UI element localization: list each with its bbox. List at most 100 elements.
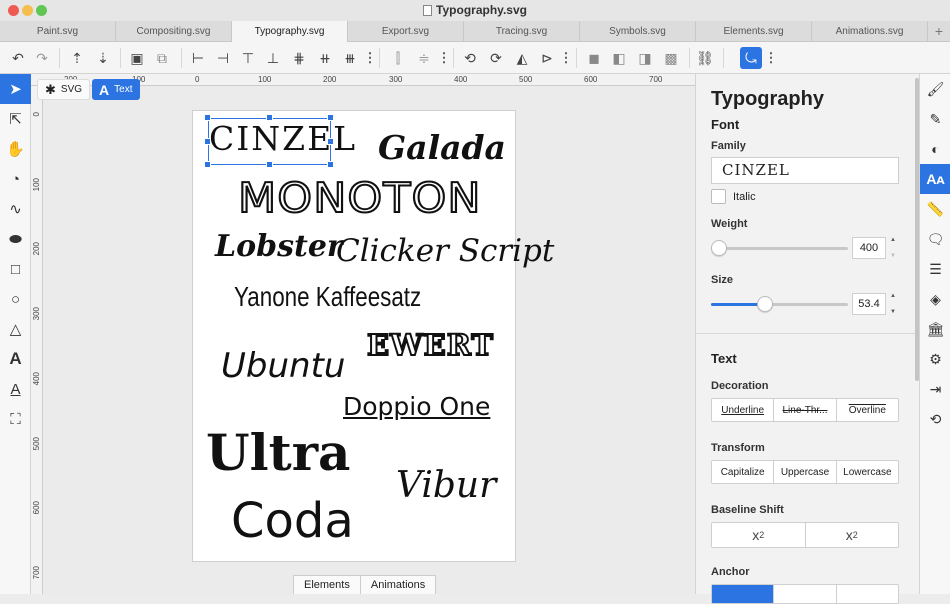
artboard[interactable]: CINZEL Galada MONOTON Lobster Clicker Sc… — [192, 110, 554, 562]
history-icon[interactable]: ⟲ — [920, 404, 950, 434]
text-ewert[interactable]: EWERT — [366, 330, 494, 361]
fill-icon[interactable]: 🖌 — [920, 74, 950, 104]
stroke-icon[interactable]: ✎ — [920, 104, 950, 134]
chevron-down-icon[interactable]: ▼ — [890, 309, 896, 315]
resize-handle[interactable] — [204, 138, 211, 145]
export-icon[interactable]: ⇥ — [920, 374, 950, 404]
distribute-horizontal-icon[interactable]: ⧺ — [314, 47, 336, 69]
difference-icon[interactable]: ◧ — [608, 47, 630, 69]
more-path-icon[interactable]: ⋮ — [765, 47, 778, 69]
weight-input[interactable]: 400 — [852, 237, 886, 259]
weight-slider-track[interactable] — [711, 247, 848, 250]
resize-handle[interactable] — [204, 161, 211, 168]
text-ubuntu[interactable]: Ubuntu — [221, 349, 345, 383]
align-center-horizontal-icon[interactable]: ⊣ — [212, 47, 234, 69]
zoom-window-button[interactable] — [36, 5, 47, 16]
capitalize-button[interactable]: Capitalize — [712, 461, 775, 483]
text-doppio-one[interactable]: Doppio One — [343, 394, 490, 419]
resize-handle[interactable] — [266, 161, 273, 168]
layers-icon[interactable]: ◈ — [920, 284, 950, 314]
text-ultra[interactable]: Ultra — [206, 428, 350, 478]
tab-tracing[interactable]: Tracing.svg — [464, 21, 580, 42]
uppercase-button[interactable]: Uppercase — [774, 461, 837, 483]
gradient-icon[interactable]: ◔ — [0, 164, 31, 194]
text-path-icon[interactable]: A — [0, 374, 31, 404]
underline-button[interactable]: Underline — [712, 399, 775, 421]
subscript-button[interactable]: x2 — [712, 523, 806, 547]
chevron-up-icon[interactable]: ▲ — [890, 293, 896, 299]
family-field[interactable]: CINZEL — [711, 157, 899, 184]
weight-stepper[interactable]: ▲ ▼ — [888, 237, 898, 259]
circle-icon[interactable]: ○ — [0, 284, 31, 314]
distribute-vertical-icon[interactable]: ⧻ — [339, 47, 361, 69]
overline-button[interactable]: Overline — [837, 399, 898, 421]
link-icon[interactable]: ⛓ — [694, 47, 716, 69]
rect-icon[interactable]: □ — [0, 254, 31, 284]
tab-paint[interactable]: Paint.svg — [0, 21, 116, 42]
tab-typography[interactable]: Typography.svg — [232, 21, 348, 42]
size-slider-thumb[interactable] — [756, 296, 773, 312]
tab-elements-panel[interactable]: Elements — [294, 576, 361, 594]
resize-handle[interactable] — [204, 114, 211, 121]
ruler-icon[interactable]: 📏 — [920, 194, 950, 224]
tab-animations[interactable]: Animations.svg — [812, 21, 928, 42]
tab-export[interactable]: Export.svg — [348, 21, 464, 42]
union-icon[interactable]: ◼ — [583, 47, 605, 69]
text-vibur[interactable]: Vibur — [396, 468, 496, 504]
anchor-start-button[interactable] — [712, 585, 775, 603]
tab-animations-panel[interactable]: Animations — [361, 576, 435, 594]
more-align-icon[interactable]: ⋮ — [364, 47, 377, 69]
list-icon[interactable]: ☰ — [920, 254, 950, 284]
path-icon[interactable]: ⤿ — [740, 47, 762, 69]
text-yanone[interactable]: Yanone Kaffeesatz — [234, 283, 421, 311]
resize-handle[interactable] — [266, 114, 273, 121]
pointer-icon[interactable]: ➤ — [0, 74, 31, 104]
exclusion-icon[interactable]: ▩ — [660, 47, 682, 69]
resize-handle[interactable] — [327, 114, 334, 121]
superscript-button[interactable]: x2 — [806, 523, 899, 547]
node-icon[interactable]: ⇱ — [0, 104, 31, 134]
italic-checkbox[interactable] — [711, 189, 726, 204]
anchor-middle-button[interactable] — [774, 585, 837, 603]
text-lobster[interactable]: Lobster — [215, 232, 343, 262]
weight-slider-thumb[interactable] — [711, 240, 727, 256]
library-icon[interactable]: 🏛 — [920, 314, 950, 344]
undo-icon[interactable]: ↶ — [7, 47, 29, 69]
upload-icon[interactable]: ⇡ — [66, 47, 88, 69]
freehand-icon[interactable]: ∿ — [0, 194, 31, 224]
intersection-icon[interactable]: ◨ — [634, 47, 656, 69]
send-icon[interactable]: ⊳ — [536, 47, 558, 69]
size-stepper[interactable]: ▲ ▼ — [888, 293, 898, 315]
triangle-icon[interactable]: △ — [0, 314, 31, 344]
tab-elements[interactable]: Elements.svg — [696, 21, 812, 42]
more-flip-icon[interactable]: ⋮ — [438, 47, 451, 69]
align-left-icon[interactable]: ⊢ — [187, 47, 209, 69]
align-bottom-icon[interactable]: ⊥ — [262, 47, 284, 69]
add-tab-button[interactable]: + — [928, 21, 950, 41]
crop-icon[interactable]: ⛶ — [0, 404, 31, 434]
ellipse-fill-icon[interactable]: ⬬ — [0, 224, 31, 254]
group-icon[interactable]: ▣ — [126, 47, 148, 69]
resize-handle[interactable] — [327, 161, 334, 168]
align-middle-icon[interactable]: ⋕ — [288, 47, 310, 69]
more-transform-icon[interactable]: ⋮ — [560, 47, 573, 69]
text-monoton[interactable]: MONOTON — [237, 177, 482, 220]
download-icon[interactable]: ⇣ — [92, 47, 114, 69]
line-through-button[interactable]: Line-Thr... — [774, 399, 837, 421]
flip-horizontal-icon[interactable]: ⫿ — [387, 47, 409, 69]
mode-text[interactable]: A Text — [92, 79, 140, 100]
mode-svg[interactable]: ✱ SVG — [37, 79, 91, 100]
chevron-up-icon[interactable]: ▲ — [890, 237, 896, 243]
contrast-icon[interactable]: ◐ — [920, 134, 950, 164]
lowercase-button[interactable]: Lowercase — [837, 461, 898, 483]
hand-icon[interactable]: ✋ — [0, 134, 31, 164]
settings-icon[interactable]: ⚙ — [920, 344, 950, 374]
mirror-icon[interactable]: ◭ — [511, 47, 533, 69]
redo-icon[interactable]: ↷ — [31, 47, 53, 69]
comment-icon[interactable]: 🗨 — [920, 224, 950, 254]
size-input[interactable]: 53.4 — [852, 293, 886, 315]
rotate-right-icon[interactable]: ⟳ — [485, 47, 507, 69]
resize-handle[interactable] — [327, 138, 334, 145]
text-icon[interactable]: A — [0, 344, 31, 374]
rotate-left-icon[interactable]: ⟲ — [459, 47, 481, 69]
